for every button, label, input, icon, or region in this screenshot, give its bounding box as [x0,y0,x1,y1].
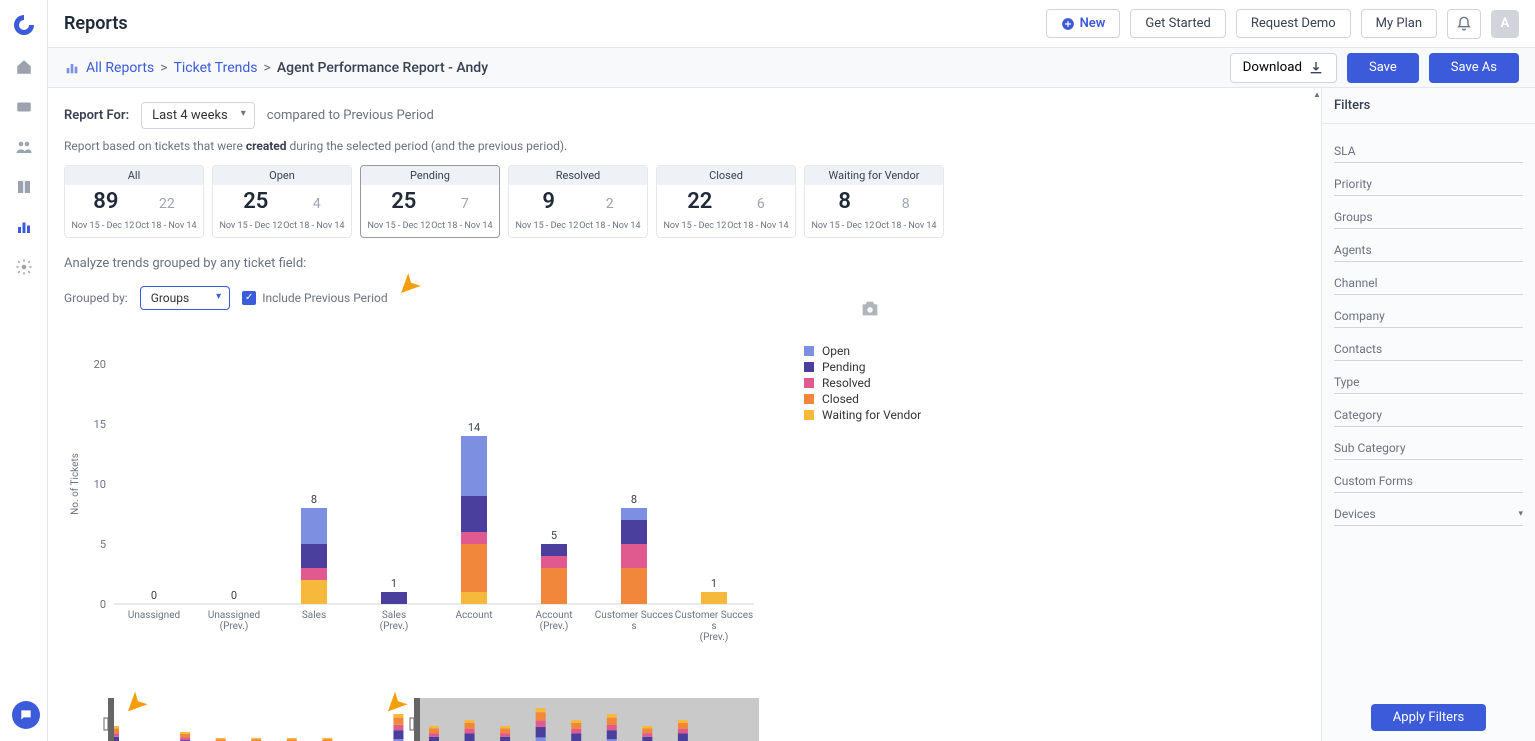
report-icon [64,60,80,76]
status-card-all[interactable]: All8922Nov 15 - Dec 12Oct 18 - Nov 14 [64,165,204,238]
main-chart: 05101520No. of Tickets0Unassigned0Unassi… [64,344,764,688]
grouped-by-select[interactable]: Groups [140,286,231,310]
breadcrumb-all-reports[interactable]: All Reports [86,60,154,76]
svg-text:10: 10 [94,478,106,491]
status-cards: All8922Nov 15 - Dec 12Oct 18 - Nov 14Ope… [64,165,1305,238]
svg-text:s: s [711,621,716,632]
filter-company[interactable]: Company [1334,295,1523,328]
avatar[interactable]: A [1491,10,1519,38]
camera-icon[interactable] [859,298,881,324]
svg-text:5: 5 [551,529,557,542]
legend-item[interactable]: Resolved [804,376,921,390]
svg-text:Customer Succes: Customer Succes [675,610,753,621]
app-logo[interactable] [11,12,37,38]
people-icon[interactable] [13,136,35,158]
svg-text:Sales: Sales [302,610,326,621]
include-prev-label: Include Previous Period [262,291,387,305]
svg-text:20: 20 [94,358,106,371]
filters-title: Filters [1322,88,1535,124]
compared-text: compared to Previous Period [267,108,434,123]
tickets-icon[interactable] [13,96,35,118]
svg-text:Unassigned: Unassigned [128,610,180,621]
save-button[interactable]: Save [1347,53,1419,83]
new-label: New [1080,16,1106,31]
legend-item[interactable]: Closed [804,392,921,406]
svg-text:0: 0 [100,598,106,611]
analyze-label: Analyze trends grouped by any ticket fie… [64,256,1305,271]
status-card-resolved[interactable]: Resolved92Nov 15 - Dec 12Oct 18 - Nov 14 [508,165,648,238]
breadcrumb: All Reports > Ticket Trends > Agent Perf… [64,60,488,76]
status-card-pending[interactable]: Pending257Nov 15 - Dec 12Oct 18 - Nov 14 [360,165,500,238]
svg-text:14: 14 [468,421,480,434]
status-card-waiting-for-vendor[interactable]: Waiting for Vendor88Nov 15 - Dec 12Oct 1… [804,165,944,238]
notifications-icon[interactable] [1447,9,1481,39]
filter-groups[interactable]: Groups [1334,196,1523,229]
status-card-closed[interactable]: Closed226Nov 15 - Dec 12Oct 18 - Nov 14 [656,165,796,238]
breadcrumb-ticket-trends[interactable]: Ticket Trends [174,60,258,76]
reports-icon[interactable] [13,216,35,238]
knowledge-icon[interactable] [13,176,35,198]
svg-text:No. of Tickets: No. of Tickets [69,453,81,515]
settings-icon[interactable] [13,256,35,278]
legend-item[interactable]: Pending [804,360,921,374]
annotation-arrow-icon: ➤ [389,266,429,306]
svg-text:Account: Account [455,610,492,621]
filter-type[interactable]: Type [1334,361,1523,394]
download-icon [1308,60,1324,76]
breadcrumb-current: Agent Performance Report - Andy [277,60,488,76]
filter-category[interactable]: Category [1334,394,1523,427]
legend-item[interactable]: Open [804,344,921,358]
svg-text:(Prev.): (Prev.) [540,620,569,632]
topbar: Reports New Get Started Request Demo My … [48,0,1535,48]
chat-icon[interactable] [12,701,40,729]
report-description: Report based on tickets that were create… [64,139,1305,153]
chart-legend: Open Pending Resolved Closed Waiting for Ven… [804,344,921,688]
period-select[interactable]: Last 4 weeks [141,102,255,129]
svg-text:1: 1 [711,577,717,590]
filter-sla[interactable]: SLA [1334,130,1523,163]
grouped-by-label: Grouped by: [64,291,128,305]
svg-text:Unassigned: Unassigned [208,610,260,621]
report-content: Report For: Last 4 weeks compared to Pre… [48,88,1321,741]
status-card-open[interactable]: Open254Nov 15 - Dec 12Oct 18 - Nov 14 [212,165,352,238]
filter-agents[interactable]: Agents [1334,229,1523,262]
svg-text:Account: Account [535,610,572,621]
svg-text:(Prev.): (Prev.) [220,620,249,632]
filters-panel: Filters SLAPriorityGroupsAgentsChannelCo… [1321,88,1535,741]
save-as-button[interactable]: Save As [1429,53,1519,83]
filter-contacts[interactable]: Contacts [1334,328,1523,361]
svg-text:5: 5 [100,538,106,551]
svg-text:(Prev.): (Prev.) [380,620,409,632]
svg-text:Customer Succes: Customer Succes [595,610,673,621]
filter-custom-forms[interactable]: Custom Forms [1334,460,1523,493]
include-prev-checkbox[interactable]: ✓ Include Previous Period [242,291,387,305]
svg-text:0: 0 [231,589,237,602]
svg-text:8: 8 [311,493,317,506]
overview-chart[interactable]: ➤ ➤ Groups [64,694,764,741]
check-icon: ✓ [242,291,256,305]
page-title: Reports [64,13,128,34]
apply-filters-button[interactable]: Apply Filters [1371,704,1486,731]
new-button[interactable]: New [1046,9,1121,38]
filter-sub-category[interactable]: Sub Category [1334,427,1523,460]
legend-item[interactable]: Waiting for Vendor [804,408,921,422]
my-plan-button[interactable]: My Plan [1361,9,1437,38]
left-nav [0,0,48,741]
svg-text:(Prev.): (Prev.) [700,631,729,643]
report-for-label: Report For: [64,108,129,123]
filter-devices[interactable]: Devices [1334,493,1523,526]
download-button[interactable]: Download [1230,53,1337,83]
get-started-button[interactable]: Get Started [1130,9,1225,38]
request-demo-button[interactable]: Request Demo [1236,9,1351,38]
home-icon[interactable] [13,56,35,78]
svg-text:1: 1 [391,577,397,590]
svg-text:Sales: Sales [382,610,406,621]
filter-channel[interactable]: Channel [1334,262,1523,295]
subheader: All Reports > Ticket Trends > Agent Perf… [48,48,1535,88]
svg-text:0: 0 [151,589,157,602]
svg-text:15: 15 [94,418,106,431]
filter-priority[interactable]: Priority [1334,163,1523,196]
svg-text:8: 8 [631,493,637,506]
svg-text:s: s [631,621,636,632]
